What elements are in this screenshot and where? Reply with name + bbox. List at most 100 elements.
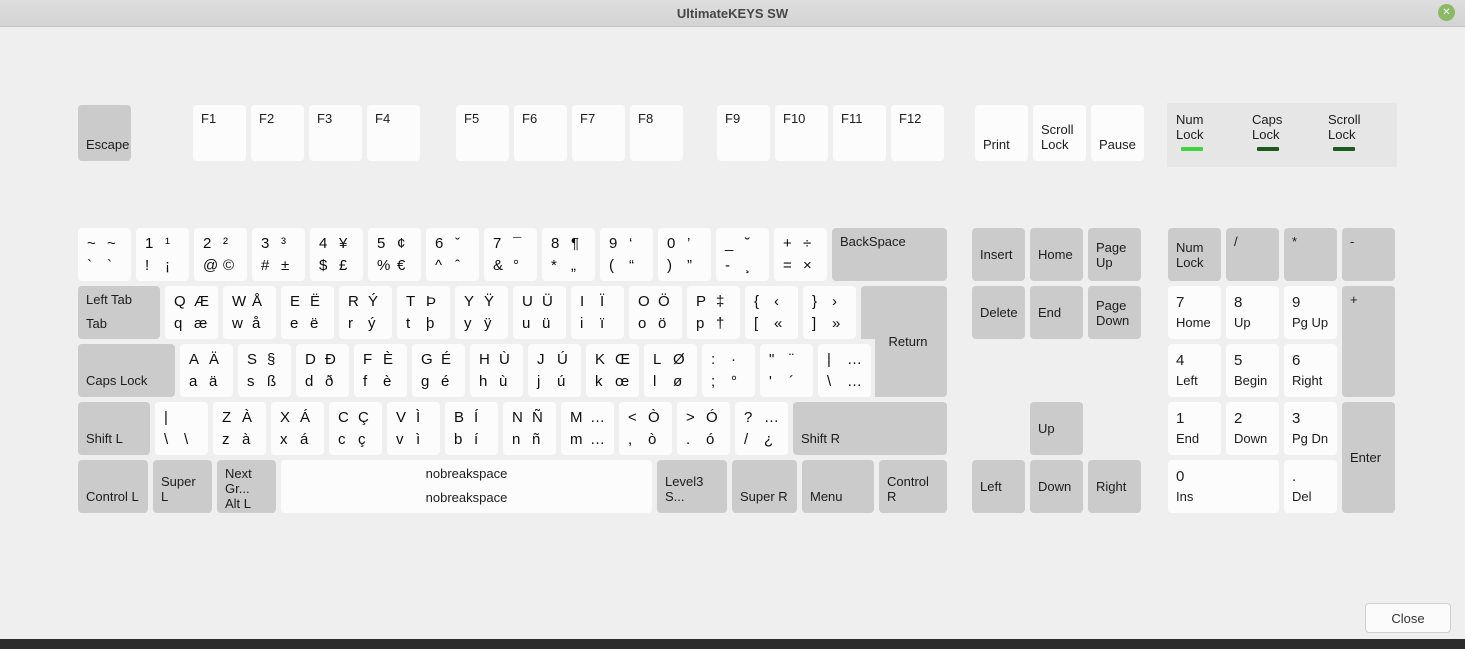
key-backspace[interactable]: BackSpace [832,228,947,281]
key-0[interactable]: 0’)” [658,228,711,281]
key-kp-1[interactable]: 1End [1168,402,1221,455]
key-down[interactable]: Down [1030,460,1083,513]
key-2[interactable]: 2²@© [194,228,247,281]
key-f2[interactable]: F2 [251,105,304,161]
key-5[interactable]: 5¢%€ [368,228,421,281]
key-menu[interactable]: Menu [802,460,874,513]
key-end[interactable]: End [1030,286,1083,339]
key-kp-8[interactable]: 8Up [1226,286,1279,339]
key-control-l[interactable]: Control L [78,460,148,513]
key-q[interactable]: QÆqæ [165,286,218,339]
key-period[interactable]: >Ó.ó [677,402,730,455]
key-kp-6[interactable]: 6Right [1284,344,1337,397]
key-f12[interactable]: F12 [891,105,944,161]
key-f10[interactable]: F10 [775,105,828,161]
key-g[interactable]: GÉgé [412,344,465,397]
key-comma[interactable]: <Ò,ò [619,402,672,455]
key-h[interactable]: HÙhù [470,344,523,397]
key-page-up[interactable]: PageUp [1088,228,1141,281]
key-d[interactable]: DÐdð [296,344,349,397]
key-escape[interactable]: Escape [78,105,131,161]
key-kp-5[interactable]: 5Begin [1226,344,1279,397]
key-4[interactable]: 4¥$£ [310,228,363,281]
key-f[interactable]: FÈfè [354,344,407,397]
key-k[interactable]: KŒkœ [586,344,639,397]
key-alt-l[interactable]: Next Gr...Alt L [217,460,276,513]
key-v[interactable]: VÌvì [387,402,440,455]
key-page-down[interactable]: PageDown [1088,286,1141,339]
window-close-button[interactable]: ✕ [1438,4,1455,21]
key-i[interactable]: IÏiï [571,286,624,339]
key-pause[interactable]: Pause [1091,105,1144,161]
key-tab[interactable]: Left TabTab [78,286,160,339]
key-f6[interactable]: F6 [514,105,567,161]
key-c[interactable]: CÇcç [329,402,382,455]
key-f7[interactable]: F7 [572,105,625,161]
key-slash[interactable]: ?…/¿ [735,402,788,455]
key-kp-multiply[interactable]: * [1284,228,1337,281]
key-backslash[interactable]: |…\… [818,344,871,397]
key-b[interactable]: BÍbí [445,402,498,455]
key-o[interactable]: OÖoö [629,286,682,339]
key-8[interactable]: 8¶*„ [542,228,595,281]
key-y[interactable]: YŸyÿ [455,286,508,339]
key-e[interactable]: EËeë [281,286,334,339]
key-right[interactable]: Right [1088,460,1141,513]
key-f9[interactable]: F9 [717,105,770,161]
key-kp-divide[interactable]: / [1226,228,1279,281]
key-semicolon[interactable]: :·;° [702,344,755,397]
key-minus[interactable]: _˘-¸ [716,228,769,281]
key-1[interactable]: 1¹!¡ [136,228,189,281]
key-super-l[interactable]: Super L [153,460,212,513]
key-shift-r[interactable]: Shift R [793,402,947,455]
key-a[interactable]: AÄaä [180,344,233,397]
key-kp-7[interactable]: 7Home [1168,286,1221,339]
key-r[interactable]: RÝrý [339,286,392,339]
key-s[interactable]: S§sß [238,344,291,397]
key-bracket-right[interactable]: }›]» [803,286,856,339]
key-delete[interactable]: Delete [972,286,1025,339]
key-u[interactable]: UÜuü [513,286,566,339]
key-left[interactable]: Left [972,460,1025,513]
key-f8[interactable]: F8 [630,105,683,161]
key-3[interactable]: 3³#± [252,228,305,281]
key-control-r[interactable]: Control R [879,460,947,513]
key-f1[interactable]: F1 [193,105,246,161]
key-kp-3[interactable]: 3Pg Dn [1284,402,1337,455]
key-kp-9[interactable]: 9Pg Up [1284,286,1337,339]
key-scroll-lock-key[interactable]: ScrollLock [1033,105,1086,161]
key-super-r[interactable]: Super R [732,460,797,513]
key-kp-decimal[interactable]: .Del [1284,460,1337,513]
key-up[interactable]: Up [1030,402,1083,455]
close-button[interactable]: Close [1365,603,1451,633]
key-9[interactable]: 9‘(“ [600,228,653,281]
key-m[interactable]: M…m… [561,402,614,455]
key-bracket-left[interactable]: {‹[« [745,286,798,339]
key-x[interactable]: XÁxá [271,402,324,455]
key-kp-0[interactable]: 0Ins [1168,460,1279,513]
key-level3-shift[interactable]: Level3 S... [657,460,727,513]
key-apostrophe[interactable]: "¨'´ [760,344,813,397]
key-f4[interactable]: F4 [367,105,420,161]
key-insert[interactable]: Insert [972,228,1025,281]
key-t[interactable]: TÞtþ [397,286,450,339]
key-kp-enter[interactable]: Enter [1342,402,1395,513]
key-kp-subtract[interactable]: - [1342,228,1395,281]
key-n[interactable]: NÑnñ [503,402,556,455]
key-f5[interactable]: F5 [456,105,509,161]
key-num-lock-key[interactable]: NumLock [1168,228,1221,281]
key-print[interactable]: Print [975,105,1028,161]
key-shift-l[interactable]: Shift L [78,402,150,455]
key-p[interactable]: P‡p† [687,286,740,339]
key-equal[interactable]: +÷=× [774,228,827,281]
key-kp-4[interactable]: 4Left [1168,344,1221,397]
key-w[interactable]: WÅwå [223,286,276,339]
key-kp-add[interactable]: + [1342,286,1395,397]
key-home[interactable]: Home [1030,228,1083,281]
key-space[interactable]: nobreakspacenobreakspace [281,460,652,513]
key-grave[interactable]: ~~`` [78,228,131,281]
key-f3[interactable]: F3 [309,105,362,161]
key-intl-backslash[interactable]: |\\ [155,402,208,455]
key-6[interactable]: 6ˇ^ˆ [426,228,479,281]
key-l[interactable]: LØlø [644,344,697,397]
